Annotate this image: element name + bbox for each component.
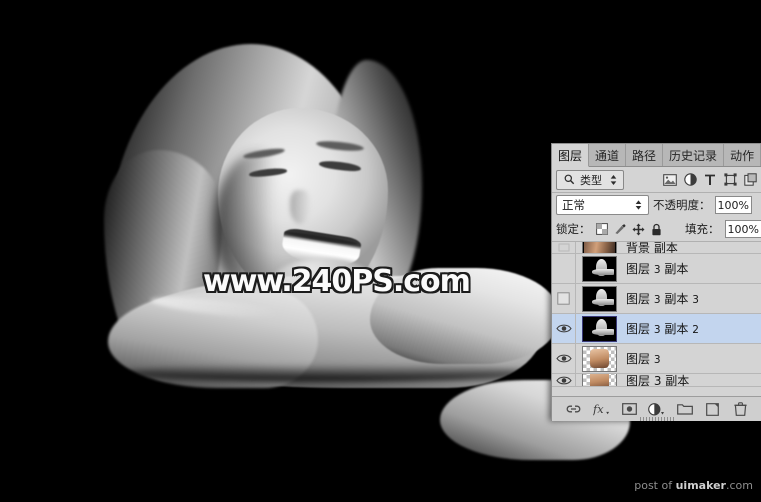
- credit-brand: uimaker: [675, 479, 726, 492]
- tab-actions-label: 动作: [730, 148, 755, 163]
- layer-name-num2: 3: [692, 294, 699, 306]
- tab-layers-label: 图层: [558, 148, 583, 163]
- photoshop-screenshot: www.240PS.com post of uimaker.com 图层 通道 …: [0, 0, 761, 502]
- layer-thumbnail[interactable]: [582, 242, 617, 253]
- layer-style-fx-icon[interactable]: fx: [593, 401, 610, 418]
- blend-mode-row: 正常 不透明度： 100%: [552, 193, 761, 217]
- layer-name: 图层 3 副本: [626, 374, 690, 387]
- tab-history-label: 历史记录: [669, 148, 718, 163]
- layer-name: 图层 3: [626, 350, 661, 367]
- tab-channels-label: 通道: [595, 148, 620, 163]
- blend-mode-select[interactable]: 正常: [556, 195, 649, 215]
- layer-name-num: 3: [653, 294, 661, 306]
- tab-actions[interactable]: 动作: [724, 144, 761, 166]
- layers-panel[interactable]: 图层 通道 路径 历史记录 动作 类型 正常 不透明度： 100% 锁定： 填充…: [551, 143, 761, 421]
- chevron-updown-icon[interactable]: [605, 172, 621, 188]
- layer-name-num2: 2: [692, 324, 699, 336]
- table-row[interactable]: 图层 3 副本: [552, 254, 761, 284]
- opacity-value: 100%: [717, 198, 749, 212]
- layer-name-mid: 副本: [664, 322, 689, 336]
- layer-thumbnail[interactable]: [582, 285, 617, 312]
- tab-paths-label: 路径: [632, 148, 657, 163]
- panel-resize-grip[interactable]: [640, 417, 674, 421]
- fill-input[interactable]: 100%: [724, 220, 761, 238]
- tab-channels[interactable]: 通道: [589, 144, 627, 166]
- credit-text: post of uimaker.com: [634, 479, 753, 492]
- fill-value: 100%: [727, 222, 759, 236]
- layer-name-mid: 副本: [664, 292, 689, 306]
- layer-visibility-toggle[interactable]: [552, 254, 576, 283]
- add-layer-mask-icon[interactable]: [621, 401, 638, 418]
- layer-name-main: 图层: [626, 262, 651, 276]
- layer-name-main: 图层: [626, 352, 651, 366]
- opacity-label: 不透明度：: [653, 198, 711, 212]
- type-layer-filter-icon[interactable]: [702, 172, 718, 188]
- layer-list[interactable]: 背景 副本 图层 3 副本 图层 3 副本 3 图层 3 副本 2 图层 3 图…: [552, 242, 761, 396]
- blend-mode-value: 正常: [562, 198, 585, 212]
- layer-name: 图层 3 副本: [626, 260, 688, 277]
- layer-filter-kind-label: 类型: [580, 173, 602, 187]
- new-group-icon[interactable]: [676, 401, 693, 418]
- search-icon: [561, 172, 577, 188]
- pixel-layer-filter-icon[interactable]: [662, 172, 678, 188]
- table-row[interactable]: 图层 3 副本: [552, 374, 761, 387]
- tab-layers[interactable]: 图层: [552, 144, 590, 167]
- layer-filter-row: 类型: [552, 167, 761, 193]
- layer-thumbnail[interactable]: [582, 374, 617, 386]
- layer-name-main: 图层: [626, 292, 651, 306]
- table-row[interactable]: 图层 3 副本 2: [552, 314, 761, 344]
- chevron-updown-icon[interactable]: [630, 197, 646, 213]
- layer-name-mid: 副本: [664, 262, 689, 276]
- new-adjustment-layer-icon[interactable]: [648, 401, 665, 418]
- new-layer-icon[interactable]: [704, 401, 721, 418]
- credit-prefix: post of: [634, 479, 676, 492]
- panel-tab-strip: 图层 通道 路径 历史记录 动作: [552, 144, 761, 167]
- lock-label: 锁定：: [556, 222, 591, 236]
- lock-position-icon[interactable]: [632, 223, 645, 236]
- delete-layer-icon[interactable]: [732, 401, 749, 418]
- lock-all-icon[interactable]: [650, 223, 663, 236]
- adjustment-layer-filter-icon[interactable]: [682, 172, 698, 188]
- layer-visibility-toggle[interactable]: [552, 374, 576, 386]
- layer-visibility-toggle[interactable]: [552, 314, 576, 343]
- layer-name-num: 3: [653, 324, 661, 336]
- layer-filter-kind-select[interactable]: 类型: [556, 169, 624, 190]
- layer-name: 背景 副本: [626, 242, 678, 254]
- table-row[interactable]: 背景 副本: [552, 242, 761, 254]
- layer-name-num: 3: [653, 354, 661, 366]
- layer-thumbnail[interactable]: [582, 345, 617, 372]
- photo-hand: [370, 268, 560, 364]
- lock-transparency-icon[interactable]: [596, 223, 609, 236]
- layer-visibility-toggle[interactable]: [552, 284, 576, 313]
- lock-row: 锁定： 填充： 100%: [552, 217, 761, 242]
- lock-image-icon[interactable]: [614, 223, 627, 236]
- link-layers-icon[interactable]: [565, 401, 582, 418]
- photo-nose: [290, 190, 310, 224]
- layer-name-main: 图层: [626, 322, 651, 336]
- fill-label: 填充：: [685, 222, 720, 236]
- layer-name: 图层 3 副本 3: [626, 290, 699, 307]
- layer-name: 图层 3 副本 2: [626, 320, 699, 337]
- tab-history[interactable]: 历史记录: [663, 144, 725, 166]
- smart-object-filter-icon[interactable]: [742, 172, 758, 188]
- shape-layer-filter-icon[interactable]: [722, 172, 738, 188]
- credit-suffix: .com: [726, 479, 753, 492]
- layer-visibility-toggle[interactable]: [552, 344, 576, 373]
- layers-panel-bottom-bar: fx: [552, 396, 761, 421]
- layer-name-num: 3: [653, 264, 661, 276]
- layer-thumbnail[interactable]: [582, 255, 617, 282]
- layer-visibility-toggle[interactable]: [552, 242, 576, 253]
- svg-text:fx: fx: [593, 402, 604, 416]
- tab-paths[interactable]: 路径: [626, 144, 664, 166]
- opacity-input[interactable]: 100%: [714, 196, 752, 214]
- photo-arm-edge: [120, 364, 540, 382]
- table-row[interactable]: 图层 3 副本 3: [552, 284, 761, 314]
- layer-thumbnail[interactable]: [582, 315, 617, 342]
- table-row[interactable]: 图层 3: [552, 344, 761, 374]
